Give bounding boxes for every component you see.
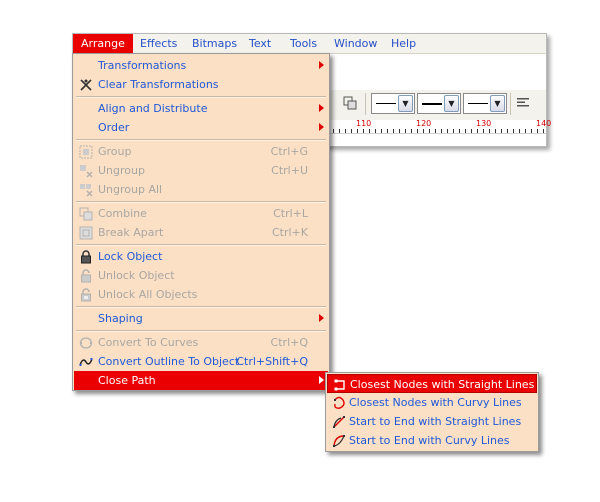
menu-item-label: Start to End with Curvy Lines xyxy=(349,434,510,447)
menu-item-convert-outline[interactable]: Convert Outline To Object Ctrl+Shift+Q xyxy=(74,352,328,371)
ruler-label: 110 xyxy=(356,119,372,128)
closest-curvy-icon xyxy=(331,395,347,411)
menu-item-ungroup-all[interactable]: Ungroup All xyxy=(74,180,328,199)
menu-item-combine[interactable]: Combine Ctrl+L xyxy=(74,204,328,223)
menu-help[interactable]: Help xyxy=(383,34,424,54)
submenu-arrow-icon xyxy=(319,104,324,112)
ruler-label: 140 xyxy=(536,119,552,128)
menu-item-label: Convert Outline To Object xyxy=(98,355,240,368)
menu-item-label: Closest Nodes with Straight Lines xyxy=(350,378,535,391)
menu-item-label: Unlock Object xyxy=(98,269,175,282)
menu-separator xyxy=(76,139,326,141)
submenu-item-start-end-straight[interactable]: Start to End with Straight Lines xyxy=(327,412,537,431)
menu-bar: Arrange Effects Bitmaps Text Tools Windo… xyxy=(73,34,546,54)
menu-item-clear-transformations[interactable]: Clear Transformations xyxy=(74,75,328,94)
submenu-item-closest-curvy[interactable]: Closest Nodes with Curvy Lines xyxy=(327,393,537,412)
convert-outline-icon xyxy=(78,354,94,370)
close-path-submenu: Closest Nodes with Straight Lines Closes… xyxy=(325,372,539,452)
menu-item-shortcut: Ctrl+K xyxy=(271,226,308,239)
menu-item-label: Closest Nodes with Curvy Lines xyxy=(349,396,522,409)
ungroup-icon xyxy=(78,163,94,179)
menu-item-label: Convert To Curves xyxy=(98,336,199,349)
menu-tools[interactable]: Tools xyxy=(282,34,325,54)
menu-separator xyxy=(76,201,326,203)
menu-item-unlock-all-objects[interactable]: Unlock All Objects xyxy=(74,285,328,304)
menu-item-order[interactable]: Order xyxy=(74,118,328,137)
menu-separator xyxy=(76,96,326,98)
menu-separator xyxy=(76,330,326,332)
menu-item-label: Ungroup xyxy=(98,164,145,177)
menu-bitmaps[interactable]: Bitmaps xyxy=(184,34,245,54)
submenu-item-start-end-curvy[interactable]: Start to End with Curvy Lines xyxy=(327,431,537,450)
menu-item-label: Group xyxy=(98,145,132,158)
lock-icon xyxy=(78,249,94,265)
combine-icon xyxy=(78,206,94,222)
clear-transform-icon xyxy=(78,77,94,93)
menu-item-ungroup[interactable]: Ungroup Ctrl+U xyxy=(74,161,328,180)
wrap-text-icon[interactable] xyxy=(514,94,532,112)
chevron-down-icon: ▼ xyxy=(490,95,505,112)
toolbar-separator xyxy=(365,93,366,115)
menu-item-label: Order xyxy=(98,121,130,134)
menu-item-break-apart[interactable]: Break Apart Ctrl+K xyxy=(74,223,328,242)
break-apart-icon xyxy=(78,225,94,241)
menu-item-shortcut: Ctrl+G xyxy=(270,145,308,158)
submenu-item-closest-straight[interactable]: Closest Nodes with Straight Lines xyxy=(327,374,537,393)
menu-item-label: Combine xyxy=(98,207,147,220)
menu-item-unlock-object[interactable]: Unlock Object xyxy=(74,266,328,285)
menu-item-close-path[interactable]: Close Path xyxy=(74,371,328,390)
submenu-arrow-icon xyxy=(319,314,324,322)
menu-item-label: Lock Object xyxy=(98,250,163,263)
menu-item-label: Unlock All Objects xyxy=(98,288,198,301)
menu-item-lock-object[interactable]: Lock Object xyxy=(74,247,328,266)
submenu-arrow-icon xyxy=(319,123,324,131)
menu-item-label: Close Path xyxy=(98,374,156,387)
menu-item-align-distribute[interactable]: Align and Distribute xyxy=(74,99,328,118)
menu-separator xyxy=(76,244,326,246)
start-end-curvy-icon xyxy=(331,433,347,449)
ungroup-all-icon xyxy=(78,182,94,198)
menu-item-shaping[interactable]: Shaping xyxy=(74,309,328,328)
ruler-label: 120 xyxy=(416,119,432,128)
menu-item-group[interactable]: Group Ctrl+G xyxy=(74,142,328,161)
menu-item-label: Start to End with Straight Lines xyxy=(349,415,522,428)
group-icon xyxy=(78,144,94,160)
menu-item-shortcut: Ctrl+L xyxy=(273,207,308,220)
start-arrow-select[interactable]: ▼ xyxy=(371,93,415,114)
ruler-ticks xyxy=(333,129,546,133)
submenu-arrow-icon xyxy=(319,61,324,69)
menu-item-shortcut: Ctrl+U xyxy=(271,164,308,177)
ruler-label: 130 xyxy=(476,119,492,128)
submenu-arrow-icon xyxy=(319,376,324,384)
menu-item-transformations[interactable]: Transformations xyxy=(74,56,328,75)
menu-item-label: Ungroup All xyxy=(98,183,163,196)
object-icon[interactable] xyxy=(341,94,359,112)
menu-text[interactable]: Text xyxy=(241,34,279,54)
menu-arrange[interactable]: Arrange xyxy=(73,34,133,54)
menu-item-label: Align and Distribute xyxy=(98,102,208,115)
convert-curves-icon xyxy=(78,335,94,351)
menu-item-label: Clear Transformations xyxy=(98,78,219,91)
start-end-straight-icon xyxy=(331,414,347,430)
menu-separator xyxy=(76,306,326,308)
toolbar-separator xyxy=(510,93,511,115)
chevron-down-icon: ▼ xyxy=(444,95,459,112)
unlock-all-icon xyxy=(78,287,94,303)
chevron-down-icon: ▼ xyxy=(398,95,413,112)
menu-item-convert-to-curves[interactable]: Convert To Curves Ctrl+Q xyxy=(74,333,328,352)
menu-item-label: Transformations xyxy=(98,59,187,72)
menu-item-label: Shaping xyxy=(98,312,143,325)
unlock-icon xyxy=(78,268,94,284)
menu-window[interactable]: Window xyxy=(326,34,385,54)
menu-effects[interactable]: Effects xyxy=(132,34,185,54)
menu-item-shortcut: Ctrl+Q xyxy=(270,336,308,349)
outline-style-select[interactable]: ▼ xyxy=(417,93,461,114)
menu-item-label: Break Apart xyxy=(98,226,164,239)
end-arrow-select[interactable]: ▼ xyxy=(463,93,507,114)
closest-straight-icon xyxy=(332,377,348,393)
menu-item-shortcut: Ctrl+Shift+Q xyxy=(236,355,308,368)
arrange-menu: Transformations Clear Transformations Al… xyxy=(72,53,330,391)
